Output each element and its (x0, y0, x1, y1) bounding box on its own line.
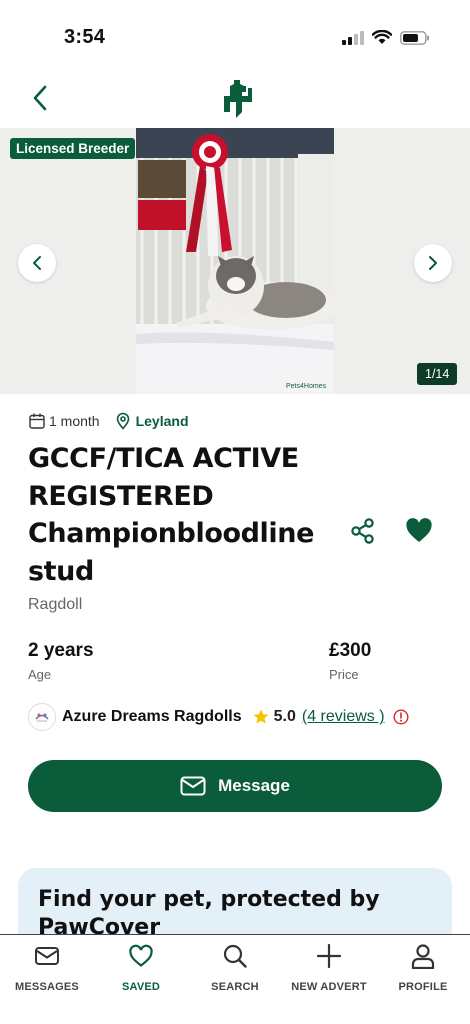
age-label: Age (28, 667, 52, 682)
listing-meta: 1 month Leyland (28, 412, 189, 430)
nav-label: NEW ADVERT (291, 981, 367, 993)
envelope-icon (35, 947, 59, 965)
favourite-button[interactable] (404, 516, 434, 546)
title-line: stud (28, 555, 94, 587)
nav-label: MESSAGES (15, 981, 79, 993)
photo-counter: 1/14 (417, 363, 458, 385)
licensed-breeder-badge: Licensed Breeder (10, 138, 136, 159)
calendar-icon (29, 413, 45, 429)
share-button[interactable] (348, 516, 378, 546)
logo-icon[interactable] (218, 78, 254, 118)
seller-avatar[interactable] (28, 703, 56, 731)
seller-rating: 5.0 (252, 708, 296, 726)
title-line: GCCF/TICA ACTIVE (28, 443, 299, 474)
nav-label: SEARCH (211, 981, 259, 993)
nav-profile[interactable]: PROFILE (376, 935, 470, 1024)
status-icons (342, 30, 430, 45)
title-line: REGISTERED (28, 480, 214, 512)
battery-icon (400, 30, 429, 45)
reviews-link[interactable]: (4 reviews ) (302, 708, 385, 726)
info-icon[interactable] (393, 709, 409, 725)
title-line: Championbloodline (28, 518, 314, 549)
watermark-text: Pets4Homes (286, 383, 327, 390)
breed-label: Ragdoll (28, 596, 83, 613)
nav-new-advert[interactable]: NEW ADVERT (282, 935, 376, 1024)
nav-saved[interactable]: SAVED (94, 935, 188, 1024)
nav-label: PROFILE (398, 981, 448, 993)
price-label: Price (329, 667, 359, 682)
signal-icon (342, 30, 364, 45)
cat-photo-image: Pets4Homes (136, 128, 334, 394)
posted-age: 1 month (49, 413, 100, 429)
age-value: 2 years (28, 640, 94, 661)
location-link[interactable]: Leyland (136, 413, 189, 429)
wifi-icon (372, 30, 392, 44)
seller-name[interactable]: Azure Dreams Ragdolls (62, 708, 242, 726)
status-bar: 3:54 (0, 0, 470, 70)
chevron-left-icon (33, 256, 41, 270)
seller-row: Azure Dreams Ragdolls 5.0 (4 reviews ) (28, 702, 452, 732)
star-icon (253, 709, 269, 724)
nav-search[interactable]: SEARCH (188, 935, 282, 1024)
gallery-next-button[interactable] (414, 244, 452, 282)
price-value: £300 (329, 640, 372, 661)
location-pin-icon (116, 412, 129, 430)
message-button-label: Message (218, 776, 290, 795)
search-icon (223, 944, 247, 968)
back-button[interactable] (24, 82, 56, 114)
listing-photo[interactable]: Pets4Homes (136, 128, 334, 394)
heart-filled-icon (406, 518, 432, 542)
listing-title: GCCF/TICA ACTIVE REGISTERED Championbloo… (28, 440, 338, 590)
chevron-right-icon (429, 256, 437, 270)
message-button[interactable]: Message (28, 760, 442, 812)
gallery-prev-button[interactable] (18, 244, 56, 282)
heart-outline-icon (129, 944, 153, 967)
plus-icon (316, 943, 342, 969)
seller-logo-icon (32, 707, 52, 727)
status-time: 3:54 (64, 26, 106, 48)
chevron-left-icon (33, 85, 47, 111)
nav-label: SAVED (121, 981, 161, 993)
photo-gallery[interactable]: Pets4Homes Licensed Breeder 1/14 (0, 128, 470, 394)
share-icon (351, 518, 374, 544)
header (0, 72, 470, 128)
person-icon (411, 944, 435, 969)
nav-messages[interactable]: MESSAGES (0, 935, 94, 1024)
rating-value: 5.0 (273, 708, 296, 725)
envelope-icon (180, 776, 206, 796)
bottom-nav: MESSAGES SAVED SEARCH NEW ADVERT PROFILE (0, 934, 470, 1024)
